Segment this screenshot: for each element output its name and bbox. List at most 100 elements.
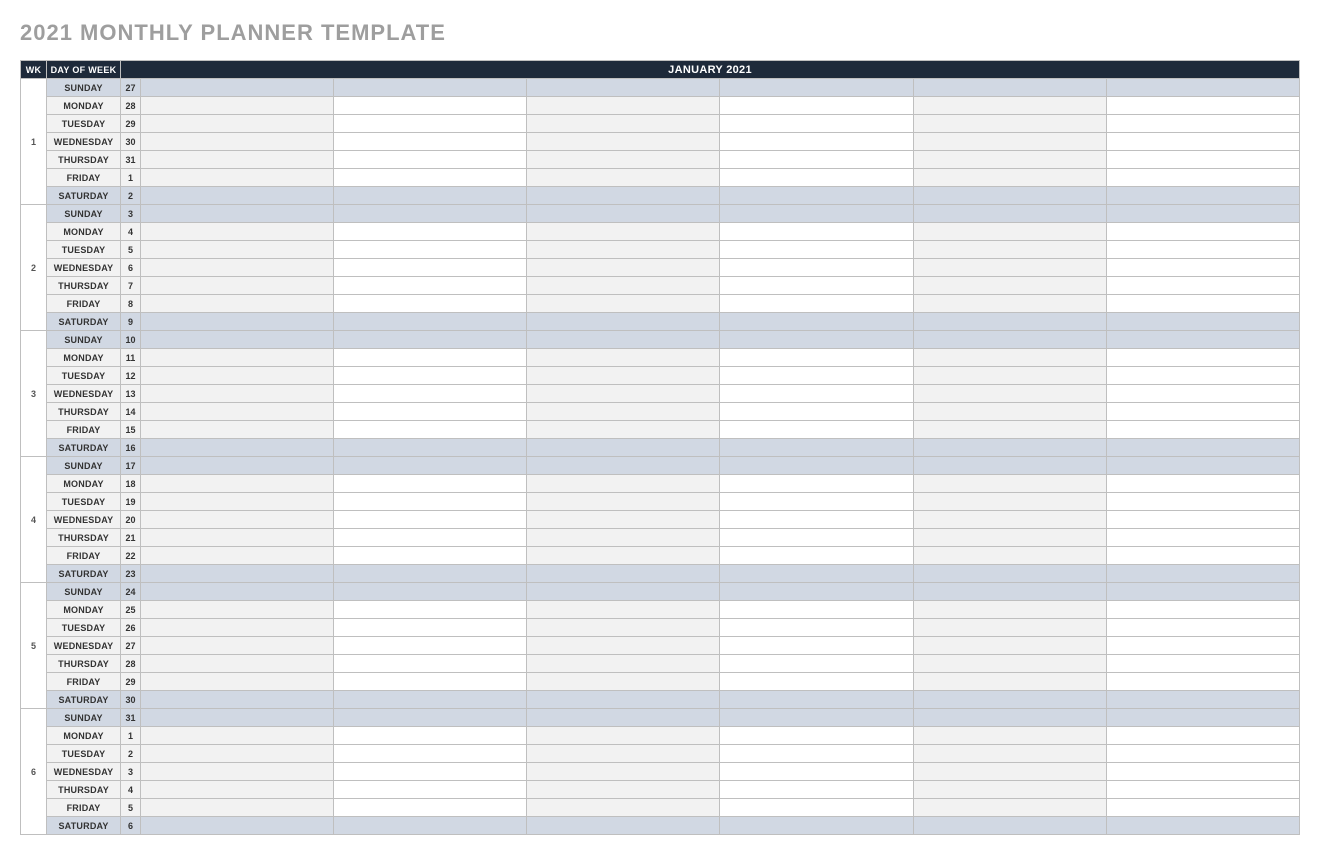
entry-cell[interactable] <box>720 133 913 151</box>
entry-cell[interactable] <box>141 295 334 313</box>
entry-cell[interactable] <box>720 457 913 475</box>
entry-cell[interactable] <box>141 493 334 511</box>
entry-cell[interactable] <box>913 763 1106 781</box>
entry-cell[interactable] <box>720 169 913 187</box>
entry-cell[interactable] <box>720 511 913 529</box>
entry-cell[interactable] <box>527 403 720 421</box>
entry-cell[interactable] <box>334 709 527 727</box>
entry-cell[interactable] <box>527 637 720 655</box>
entry-cell[interactable] <box>527 205 720 223</box>
entry-cell[interactable] <box>1106 691 1299 709</box>
entry-cell[interactable] <box>527 115 720 133</box>
entry-cell[interactable] <box>141 97 334 115</box>
entry-cell[interactable] <box>720 241 913 259</box>
entry-cell[interactable] <box>1106 133 1299 151</box>
entry-cell[interactable] <box>334 187 527 205</box>
entry-cell[interactable] <box>720 367 913 385</box>
entry-cell[interactable] <box>141 673 334 691</box>
entry-cell[interactable] <box>1106 349 1299 367</box>
entry-cell[interactable] <box>141 457 334 475</box>
entry-cell[interactable] <box>527 79 720 97</box>
entry-cell[interactable] <box>1106 277 1299 295</box>
entry-cell[interactable] <box>720 709 913 727</box>
entry-cell[interactable] <box>141 745 334 763</box>
entry-cell[interactable] <box>141 313 334 331</box>
entry-cell[interactable] <box>913 133 1106 151</box>
entry-cell[interactable] <box>141 223 334 241</box>
entry-cell[interactable] <box>1106 475 1299 493</box>
entry-cell[interactable] <box>1106 79 1299 97</box>
entry-cell[interactable] <box>1106 97 1299 115</box>
entry-cell[interactable] <box>141 817 334 835</box>
entry-cell[interactable] <box>334 583 527 601</box>
entry-cell[interactable] <box>913 331 1106 349</box>
entry-cell[interactable] <box>141 547 334 565</box>
entry-cell[interactable] <box>1106 169 1299 187</box>
entry-cell[interactable] <box>334 439 527 457</box>
entry-cell[interactable] <box>527 763 720 781</box>
entry-cell[interactable] <box>720 259 913 277</box>
entry-cell[interactable] <box>527 313 720 331</box>
entry-cell[interactable] <box>334 745 527 763</box>
entry-cell[interactable] <box>527 169 720 187</box>
entry-cell[interactable] <box>913 187 1106 205</box>
entry-cell[interactable] <box>334 763 527 781</box>
entry-cell[interactable] <box>527 619 720 637</box>
entry-cell[interactable] <box>141 619 334 637</box>
entry-cell[interactable] <box>720 673 913 691</box>
entry-cell[interactable] <box>913 223 1106 241</box>
entry-cell[interactable] <box>1106 187 1299 205</box>
entry-cell[interactable] <box>913 403 1106 421</box>
entry-cell[interactable] <box>527 583 720 601</box>
entry-cell[interactable] <box>1106 421 1299 439</box>
entry-cell[interactable] <box>913 367 1106 385</box>
entry-cell[interactable] <box>1106 151 1299 169</box>
entry-cell[interactable] <box>913 511 1106 529</box>
entry-cell[interactable] <box>141 79 334 97</box>
entry-cell[interactable] <box>141 727 334 745</box>
entry-cell[interactable] <box>913 493 1106 511</box>
entry-cell[interactable] <box>720 475 913 493</box>
entry-cell[interactable] <box>334 673 527 691</box>
entry-cell[interactable] <box>527 691 720 709</box>
entry-cell[interactable] <box>334 313 527 331</box>
entry-cell[interactable] <box>1106 817 1299 835</box>
entry-cell[interactable] <box>720 331 913 349</box>
entry-cell[interactable] <box>141 241 334 259</box>
entry-cell[interactable] <box>527 511 720 529</box>
entry-cell[interactable] <box>913 727 1106 745</box>
entry-cell[interactable] <box>1106 763 1299 781</box>
entry-cell[interactable] <box>913 583 1106 601</box>
entry-cell[interactable] <box>334 259 527 277</box>
entry-cell[interactable] <box>1106 727 1299 745</box>
entry-cell[interactable] <box>334 169 527 187</box>
entry-cell[interactable] <box>913 79 1106 97</box>
entry-cell[interactable] <box>720 619 913 637</box>
entry-cell[interactable] <box>334 295 527 313</box>
entry-cell[interactable] <box>527 457 720 475</box>
entry-cell[interactable] <box>527 349 720 367</box>
entry-cell[interactable] <box>720 547 913 565</box>
entry-cell[interactable] <box>141 349 334 367</box>
entry-cell[interactable] <box>141 187 334 205</box>
entry-cell[interactable] <box>141 565 334 583</box>
entry-cell[interactable] <box>527 331 720 349</box>
entry-cell[interactable] <box>527 259 720 277</box>
entry-cell[interactable] <box>913 673 1106 691</box>
entry-cell[interactable] <box>141 691 334 709</box>
entry-cell[interactable] <box>527 367 720 385</box>
entry-cell[interactable] <box>141 385 334 403</box>
entry-cell[interactable] <box>334 727 527 745</box>
entry-cell[interactable] <box>334 817 527 835</box>
entry-cell[interactable] <box>1106 709 1299 727</box>
entry-cell[interactable] <box>527 565 720 583</box>
entry-cell[interactable] <box>1106 295 1299 313</box>
entry-cell[interactable] <box>1106 637 1299 655</box>
entry-cell[interactable] <box>334 277 527 295</box>
entry-cell[interactable] <box>913 601 1106 619</box>
entry-cell[interactable] <box>334 403 527 421</box>
entry-cell[interactable] <box>334 529 527 547</box>
entry-cell[interactable] <box>527 475 720 493</box>
entry-cell[interactable] <box>334 421 527 439</box>
entry-cell[interactable] <box>720 187 913 205</box>
